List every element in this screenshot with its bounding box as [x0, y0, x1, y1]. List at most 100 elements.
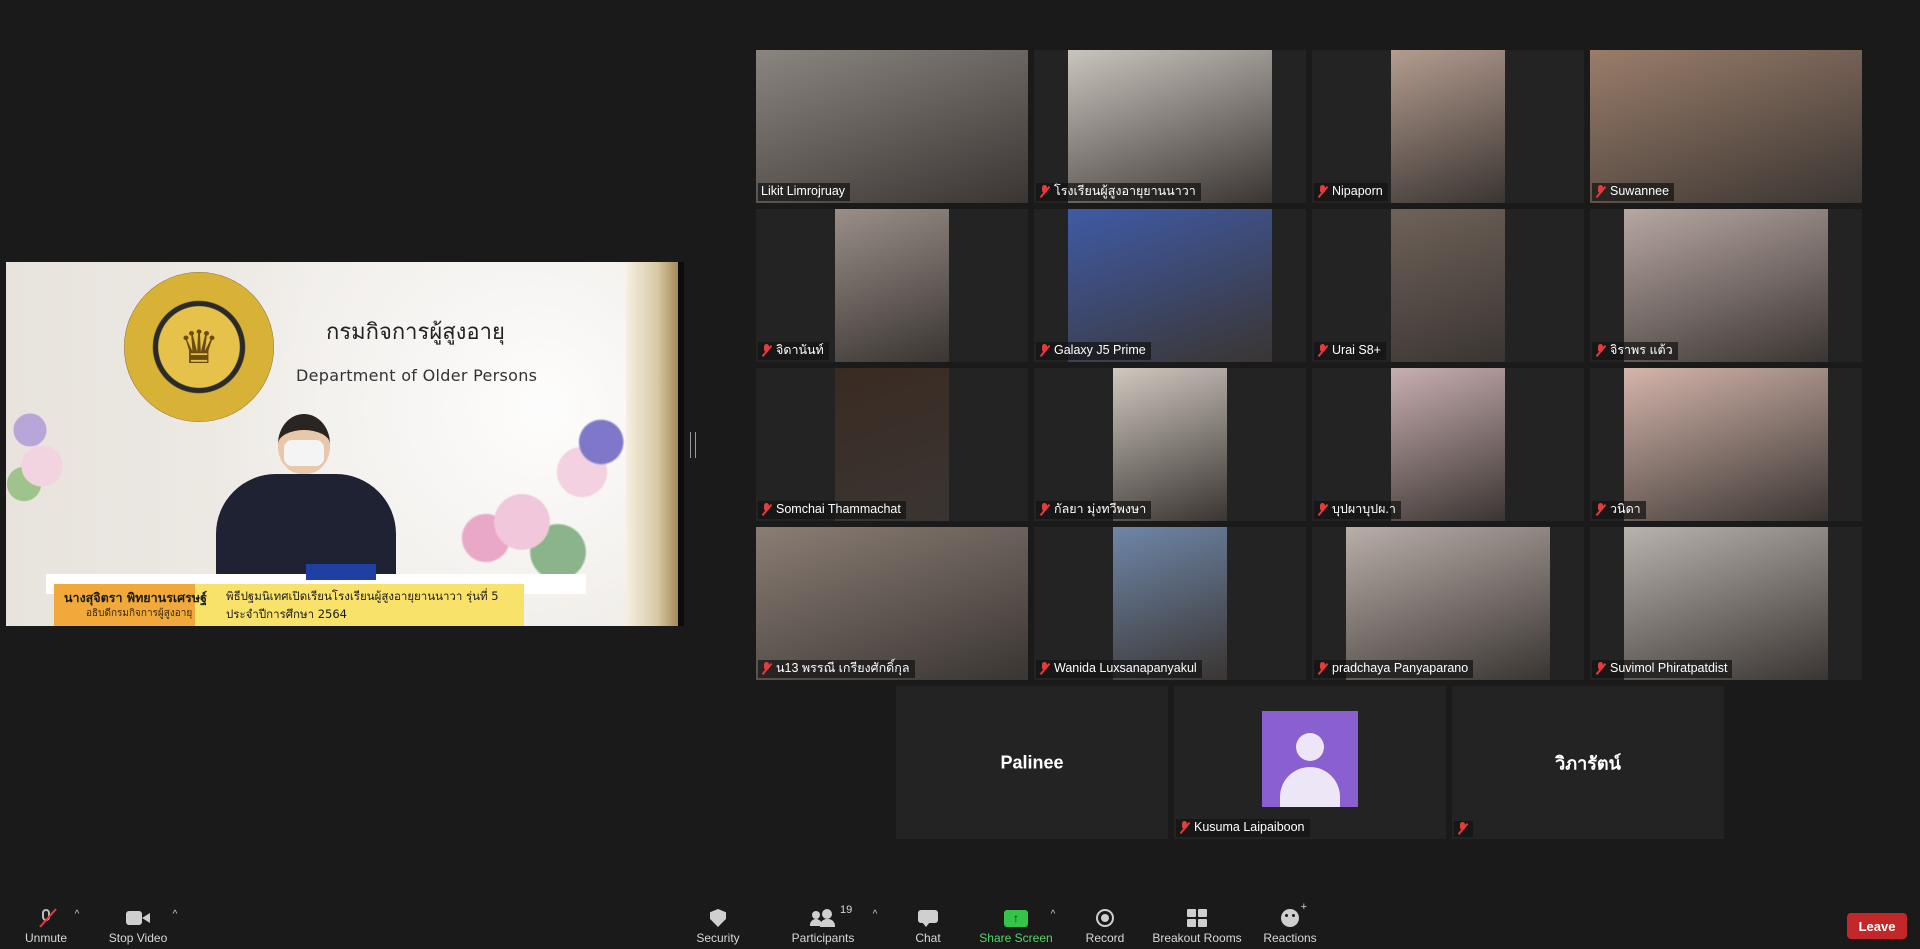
department-emblem: ♛	[124, 272, 274, 422]
participant-name: pradchaya Panyaparano	[1332, 661, 1469, 675]
breakout-rooms-label: Breakout Rooms	[1152, 931, 1242, 945]
unmute-button[interactable]: Unmute	[18, 899, 74, 949]
participant-name: Suvimol Phiratpatdist	[1610, 661, 1728, 675]
participant-video	[1624, 209, 1828, 362]
participant-tile[interactable]: โรงเรียนผู้สูงอายุยานนาวา	[1034, 50, 1306, 203]
security-label: Security	[696, 931, 740, 945]
participant-tile[interactable]: วิภารัตน์	[1452, 686, 1724, 839]
participant-video	[1068, 209, 1272, 362]
participant-video	[1590, 50, 1862, 203]
participant-tile[interactable]: Urai S8+	[1312, 209, 1584, 362]
share-screen-button[interactable]: ↑ Share Screen	[976, 899, 1056, 949]
participant-name: บุปผาบุปผ.า	[1332, 502, 1396, 516]
participant-video	[1346, 527, 1550, 680]
participant-name: น13 พรรณี เกรียงศักดิ์กุล	[776, 661, 910, 675]
muted-mic-icon	[1039, 185, 1050, 198]
reactions-button[interactable]: Reactions	[1262, 899, 1318, 949]
participant-nameplate: จิดานันท์	[758, 342, 829, 360]
participant-nameplate: กัลยา มุ่งทวีพงษา	[1036, 501, 1152, 519]
participant-video	[1391, 50, 1505, 203]
breakout-grid-icon	[1187, 909, 1207, 927]
stop-video-button[interactable]: Stop Video	[104, 899, 172, 949]
participant-nameplate: Suvimol Phiratpatdist	[1592, 660, 1733, 678]
participant-nameplate: วนิดา	[1592, 501, 1646, 519]
participant-tile[interactable]: น13 พรรณี เกรียงศักดิ์กุล	[756, 527, 1028, 680]
record-icon	[1096, 909, 1114, 927]
security-button[interactable]: Security	[690, 899, 746, 949]
avatar-placeholder-icon	[1262, 710, 1358, 807]
participant-tile[interactable]: Somchai Thammachat	[756, 368, 1028, 521]
participant-nameplate: Urai S8+	[1314, 342, 1386, 360]
audio-options-chevron-icon[interactable]: ^	[72, 909, 82, 920]
leave-button[interactable]: Leave	[1847, 913, 1907, 939]
participant-tile[interactable]: Palinee	[896, 686, 1168, 839]
muted-mic-icon	[1457, 822, 1468, 835]
participant-tile[interactable]: Suvimol Phiratpatdist	[1590, 527, 1862, 680]
participant-name: จิดานันท์	[776, 343, 824, 357]
participant-video	[756, 527, 1028, 680]
participant-nameplate: Nipaporn	[1314, 183, 1388, 201]
muted-mic-icon	[761, 503, 772, 516]
participant-video	[1068, 50, 1272, 203]
participant-tile[interactable]: Likit Limrojruay	[756, 50, 1028, 203]
caption-speaker-name: นางสุจิตรา พิทยานรเศรษฐ์	[64, 590, 207, 605]
participant-video	[1113, 368, 1227, 521]
participant-video	[1113, 527, 1227, 680]
flowers-left	[6, 382, 66, 502]
participant-name: Wanida Luxsanapanyakul	[1054, 661, 1197, 675]
muted-mic-icon	[1317, 662, 1328, 675]
participant-tile[interactable]: Suwannee	[1590, 50, 1862, 203]
participant-tile[interactable]: Galaxy J5 Prime	[1034, 209, 1306, 362]
participant-video	[1624, 368, 1828, 521]
participant-name: Kusuma Laipaiboon	[1194, 820, 1305, 834]
participant-tile[interactable]: Kusuma Laipaiboon	[1174, 686, 1446, 839]
participant-tile[interactable]: Wanida Luxsanapanyakul	[1034, 527, 1306, 680]
participant-nameplate: Galaxy J5 Prime	[1036, 342, 1151, 360]
split-view-handle[interactable]	[690, 432, 696, 458]
muted-mic-icon	[1595, 185, 1606, 198]
participant-video	[835, 368, 949, 521]
record-button[interactable]: Record	[1080, 899, 1130, 949]
participants-options-chevron-icon[interactable]: ^	[870, 909, 880, 920]
muted-mic-icon	[1039, 503, 1050, 516]
muted-mic-icon	[1595, 662, 1606, 675]
muted-mic-icon	[1039, 662, 1050, 675]
participant-tile[interactable]: บุปผาบุปผ.า	[1312, 368, 1584, 521]
muted-mic-icon	[1595, 503, 1606, 516]
muted-mic-icon	[1595, 344, 1606, 357]
reactions-label: Reactions	[1263, 931, 1317, 945]
participant-tile[interactable]: จิราพร แต้ว	[1590, 209, 1862, 362]
participant-nameplate: Likit Limrojruay	[758, 183, 851, 201]
participant-name: กัลยา มุ่งทวีพงษา	[1054, 502, 1147, 516]
share-arrow-icon: ↑	[1004, 909, 1028, 927]
participant-nameplate: Somchai Thammachat	[758, 501, 906, 519]
participant-tile[interactable]: Nipaporn	[1312, 50, 1584, 203]
caption-speaker-role: อธิบดีกรมกิจการผู้สูงอายุ	[86, 608, 193, 619]
desk-folder	[306, 564, 376, 580]
caption-event-year: ประจำปีการศึกษา 2564	[226, 607, 347, 621]
breakout-rooms-button[interactable]: Breakout Rooms	[1150, 899, 1244, 949]
video-options-chevron-icon[interactable]: ^	[170, 909, 180, 920]
stage-pillar	[626, 262, 678, 626]
participant-tile[interactable]: pradchaya Panyaparano	[1312, 527, 1584, 680]
participant-name: Likit Limrojruay	[761, 184, 846, 198]
participant-nameplate: Suwannee	[1592, 183, 1675, 201]
chat-button[interactable]: Chat	[904, 899, 952, 949]
participant-name: Urai S8+	[1332, 343, 1381, 357]
share-options-chevron-icon[interactable]: ^	[1048, 909, 1058, 920]
shared-screen: ♛ กรมกิจการผู้สูงอายุ Department of Olde…	[6, 262, 678, 626]
participants-button[interactable]: 19 Participants	[786, 899, 860, 949]
flowers-right	[414, 382, 654, 582]
chat-bubble-icon	[918, 910, 938, 927]
shared-screen-border	[678, 262, 684, 626]
participant-video	[1624, 527, 1828, 680]
participant-nameplate: Wanida Luxsanapanyakul	[1036, 660, 1202, 678]
participant-tile[interactable]: วนิดา	[1590, 368, 1862, 521]
stop-video-label: Stop Video	[108, 931, 168, 945]
participants-count: 19	[840, 904, 853, 916]
participant-tile[interactable]: จิดานันท์	[756, 209, 1028, 362]
participant-tile[interactable]: กัลยา มุ่งทวีพงษา	[1034, 368, 1306, 521]
microphone-muted-icon	[36, 908, 56, 928]
participant-nameplate: Kusuma Laipaiboon	[1176, 819, 1310, 837]
participant-name: จิราพร แต้ว	[1610, 343, 1673, 357]
